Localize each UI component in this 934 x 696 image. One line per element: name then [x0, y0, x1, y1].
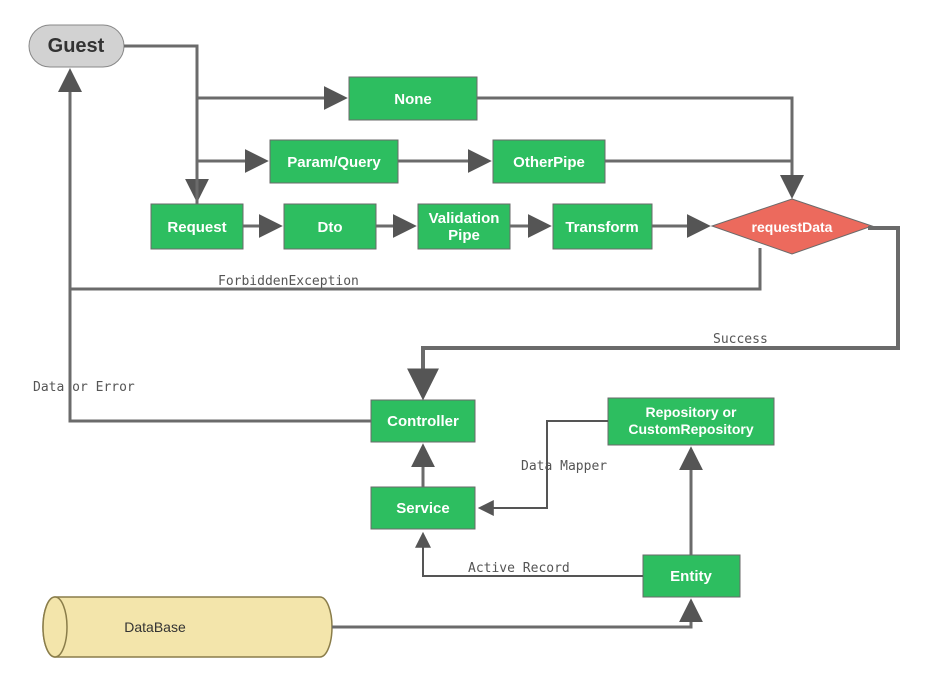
node-entity-label: Entity: [670, 568, 712, 585]
flow-diagram: Guest None Param/Query OtherPipe Request…: [0, 0, 934, 696]
node-request-data-label: requestData: [752, 219, 833, 235]
node-guest-label: Guest: [48, 35, 105, 57]
edge-otherpipe-requestdata: [605, 161, 792, 194]
node-validation-pipe-label-1: Validation: [429, 210, 500, 227]
edge-request-paramquery: [197, 161, 264, 204]
edge-data-mapper-label: Data Mapper: [521, 459, 607, 474]
node-repository-label-2: CustomRepository: [628, 421, 753, 437]
node-transform-label: Transform: [565, 219, 638, 236]
node-database: DataBase: [43, 597, 332, 657]
edge-forbidden-exception-label: ForbiddenException: [218, 274, 359, 289]
node-param-query-label: Param/Query: [287, 154, 381, 171]
edge-active-record-label: Active Record: [468, 561, 570, 576]
node-other-pipe-label: OtherPipe: [513, 154, 585, 171]
edge-data-or-error-label: Data or Error: [33, 380, 135, 395]
node-request-label: Request: [167, 219, 226, 236]
node-validation-pipe-label-2: Pipe: [448, 227, 480, 244]
edge-success-label: Success: [713, 332, 768, 347]
node-repository-label-1: Repository or: [645, 404, 737, 420]
edge-database-entity: [332, 603, 691, 627]
node-controller-label: Controller: [387, 413, 459, 430]
node-database-label: DataBase: [124, 619, 186, 635]
node-none-label: None: [394, 91, 432, 108]
node-service-label: Service: [396, 500, 449, 517]
edge-guest-request: [124, 46, 197, 198]
node-dto-label: Dto: [318, 219, 343, 236]
edge-success: [423, 228, 898, 394]
